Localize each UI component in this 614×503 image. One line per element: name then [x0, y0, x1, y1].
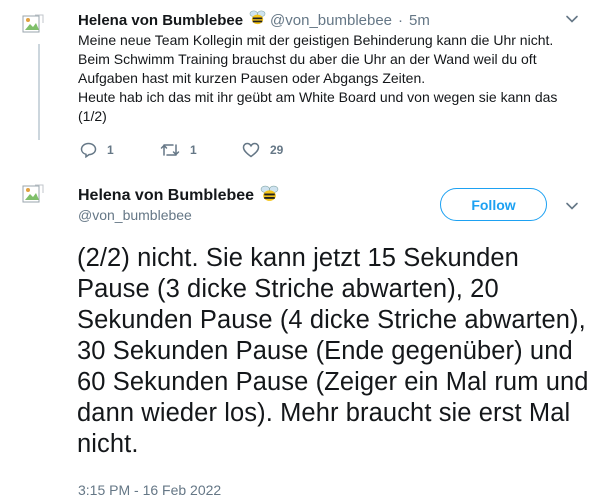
bee-emoji-icon	[260, 184, 279, 208]
reply-button[interactable]: 1	[80, 142, 114, 158]
handle[interactable]: @von_bumblebee	[78, 207, 192, 223]
like-count: 29	[270, 143, 284, 157]
bee-emoji-icon	[249, 9, 266, 31]
tweet2-header: Helena von Bumblebee	[78, 184, 279, 208]
retweet-icon	[160, 144, 180, 156]
tweet2-menu-button[interactable]	[565, 199, 579, 218]
thread-connector	[38, 44, 40, 140]
handle[interactable]: @von_bumblebee	[270, 12, 392, 29]
like-button[interactable]: 29	[242, 142, 283, 158]
retweet-button[interactable]: 1	[160, 142, 197, 158]
tweet2-text: (2/2) nicht. Sie kann jetzt 15 Sekunden …	[77, 244, 589, 458]
display-name[interactable]: Helena von Bumblebee	[78, 12, 243, 29]
chevron-down-icon	[566, 202, 578, 210]
broken-avatar-icon	[22, 184, 44, 203]
display-name[interactable]: Helena von Bumblebee	[78, 187, 254, 205]
tweet1-header: Helena von Bumblebee @von_bumblebee · 5m	[78, 9, 430, 31]
avatar[interactable]	[21, 12, 47, 38]
separator-dot: ·	[398, 11, 404, 29]
retweet-count: 1	[190, 143, 197, 157]
broken-avatar-icon	[22, 14, 44, 33]
like-icon	[242, 142, 260, 158]
follow-button[interactable]: Follow	[440, 188, 547, 221]
reply-icon	[80, 142, 97, 158]
reply-count: 1	[107, 143, 114, 157]
tweet1-menu-button[interactable]	[565, 12, 579, 31]
tweet1-text: Meine neue Team Kollegin mit der geistig…	[78, 32, 558, 124]
tweet-timestamp[interactable]: 3:15 PM - 16 Feb 2022	[78, 482, 221, 498]
avatar[interactable]	[21, 182, 47, 208]
relative-time[interactable]: 5m	[409, 12, 430, 29]
chevron-down-icon	[566, 15, 578, 23]
